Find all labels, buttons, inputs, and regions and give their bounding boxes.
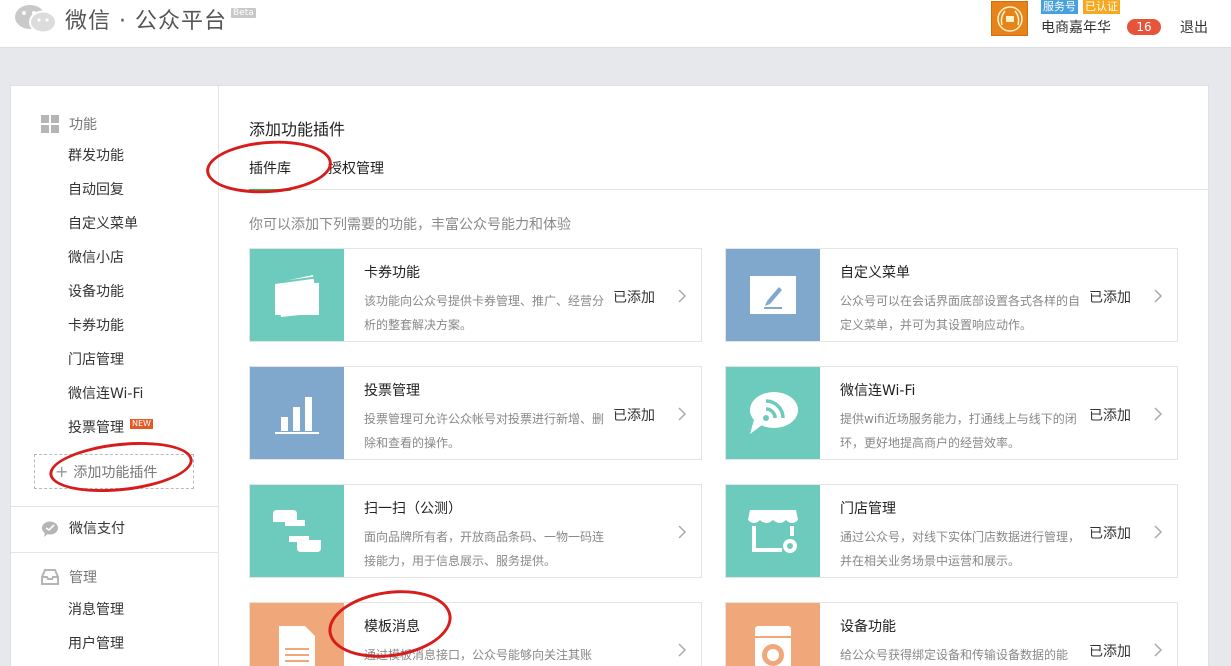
card-status: 已添加: [1089, 644, 1131, 660]
chevron-right-icon: [1154, 643, 1163, 657]
chevron-right-icon: [1154, 289, 1163, 303]
sidebar-item-wechat-shop[interactable]: 微信小店: [68, 248, 124, 268]
bar-chart-icon: [250, 367, 344, 459]
sidebar-item-users[interactable]: 用户管理: [68, 634, 124, 654]
sidebar: 功能 群发功能 自动回复 自定义菜单 微信小店 设备功能 卡券功能 门店管理 微…: [11, 86, 219, 666]
card-description: 通过公众号，对线下实体门店数据进行管理，并在相关业务场景中运营和展示。: [840, 530, 1081, 568]
card-icon: [250, 249, 344, 341]
wifi-icon: [726, 367, 820, 459]
plugin-card-store[interactable]: 门店管理 通过公众号，对线下实体门店数据进行管理，并在相关业务场景中运营和展示。…: [725, 484, 1178, 578]
sidebar-item-coupon[interactable]: 卡券功能: [68, 316, 124, 336]
chevron-right-icon: [678, 643, 687, 657]
card-title: 设备功能: [840, 619, 896, 635]
sidebar-section-label: 功能: [69, 117, 97, 133]
add-plugin-label: 添加功能插件: [73, 464, 158, 481]
sidebar-item-wifi[interactable]: 微信连Wi-Fi: [68, 384, 143, 404]
new-badge: NEW: [130, 419, 153, 429]
card-description: 给公众号获得绑定设备和传输设备数据的能: [840, 648, 1069, 662]
plugin-card-template-message[interactable]: 模板消息 通过模板消息接口，公众号能够向关注其账: [249, 602, 702, 666]
scan-icon: [250, 485, 344, 577]
account-avatar[interactable]: [991, 1, 1028, 36]
sidebar-item-label: 微信支付: [69, 521, 125, 537]
verified-badge: 已认证: [1083, 0, 1120, 14]
card-title: 卡券功能: [364, 265, 420, 281]
service-account-badge: 服务号: [1041, 0, 1078, 14]
card-title: 扫一扫（公测）: [364, 501, 462, 517]
card-description: 提供wifi近场服务能力，打通线上与线下的闭环，更好地提高商户的经营效率。: [840, 412, 1077, 450]
chevron-right-icon: [1154, 407, 1163, 421]
beta-badge: Beta: [230, 8, 256, 18]
card-description: 该功能向公众号提供卡券管理、推广、经营分析的整套解决方案。: [364, 294, 605, 332]
plugin-card-coupon[interactable]: 卡券功能 该功能向公众号提供卡券管理、推广、经营分析的整套解决方案。 已添加: [249, 248, 702, 342]
sidebar-item-auto-reply[interactable]: 自动回复: [68, 180, 124, 200]
sidebar-item-custom-menu[interactable]: 自定义菜单: [68, 214, 138, 234]
plugin-card-wifi[interactable]: 微信连Wi-Fi 提供wifi近场服务能力，打通线上与线下的闭环，更好地提高商户…: [725, 366, 1178, 460]
sidebar-divider: [11, 552, 218, 553]
main-panel: 功能 群发功能 自动回复 自定义菜单 微信小店 设备功能 卡券功能 门店管理 微…: [10, 85, 1209, 666]
sidebar-item-label: 投票管理: [68, 420, 124, 436]
chevron-right-icon: [1154, 525, 1163, 539]
card-title: 投票管理: [364, 383, 420, 399]
sidebar-item-messages[interactable]: 消息管理: [68, 600, 124, 620]
plugin-card-scan[interactable]: 扫一扫（公测） 面向品牌所有者，开放商品条码、一物一码连接能力，用于信息展示、服…: [249, 484, 702, 578]
card-status: 已添加: [1089, 290, 1131, 306]
chevron-right-icon: [678, 525, 687, 539]
wechat-logo-icon: [13, 2, 59, 36]
chat-bubble-icon: [41, 520, 59, 538]
sidebar-item-vote[interactable]: 投票管理 NEW: [68, 418, 153, 438]
top-header: 微信 · 公众平台 Beta 服务号 已认证 电商嘉年华 16 退出: [0, 0, 1231, 48]
plus-icon: +: [55, 462, 69, 481]
chevron-right-icon: [678, 407, 687, 421]
document-icon: [250, 603, 344, 666]
logo[interactable]: 微信 · 公众平台 Beta: [13, 0, 256, 38]
card-description: 面向品牌所有者，开放商品条码、一物一码连接能力，用于信息展示、服务提供。: [364, 530, 605, 568]
plugin-card-vote[interactable]: 投票管理 投票管理可允许公众帐号对投票进行新增、删除和查看的操作。 已添加: [249, 366, 702, 460]
logo-title: 微信 · 公众平台: [65, 9, 227, 34]
card-status: 已添加: [613, 408, 655, 424]
sidebar-section-manage: 管理: [41, 567, 97, 587]
sidebar-item-pay[interactable]: 微信支付: [41, 519, 125, 539]
card-title: 门店管理: [840, 501, 896, 517]
tab-plugin-library[interactable]: 插件库: [249, 158, 291, 191]
tab-authorization[interactable]: 授权管理: [328, 158, 384, 189]
sidebar-item-store[interactable]: 门店管理: [68, 350, 124, 370]
pencil-icon: [726, 249, 820, 341]
card-status: 已添加: [1089, 408, 1131, 424]
logout-link[interactable]: 退出: [1180, 17, 1208, 37]
plugin-card-custom-menu[interactable]: 自定义菜单 公众号可以在会话界面底部设置各式各样的自定义菜单，并可为其设置响应动…: [725, 248, 1178, 342]
grid-icon: [41, 115, 59, 133]
card-status: 已添加: [613, 290, 655, 306]
washer-icon: [726, 603, 820, 666]
inbox-icon: [41, 568, 59, 586]
sidebar-divider: [11, 506, 218, 507]
message-count-badge[interactable]: 16: [1127, 19, 1161, 35]
sidebar-item-device[interactable]: 设备功能: [68, 282, 124, 302]
sidebar-section-function: 功能: [41, 114, 97, 134]
tab-bar: 插件库 授权管理: [220, 146, 1209, 191]
card-title: 模板消息: [364, 619, 420, 635]
card-title: 微信连Wi-Fi: [840, 383, 916, 399]
card-description: 投票管理可允许公众帐号对投票进行新增、删除和查看的操作。: [364, 412, 605, 450]
add-plugin-button[interactable]: + 添加功能插件: [34, 454, 194, 489]
sidebar-item-mass-send[interactable]: 群发功能: [68, 146, 124, 166]
page-subtitle: 你可以添加下列需要的功能，丰富公众号能力和体验: [249, 217, 571, 233]
card-description: 公众号可以在会话界面底部设置各式各样的自定义菜单，并可为其设置响应动作。: [840, 294, 1081, 332]
card-status: 已添加: [1089, 526, 1131, 542]
store-icon: [726, 485, 820, 577]
card-title: 自定义菜单: [840, 265, 910, 281]
plugin-card-device[interactable]: 设备功能 给公众号获得绑定设备和传输设备数据的能 已添加: [725, 602, 1178, 666]
chevron-right-icon: [678, 289, 687, 303]
page-title: 添加功能插件: [249, 120, 346, 139]
account-name[interactable]: 电商嘉年华: [1041, 17, 1111, 37]
card-description: 通过模板消息接口，公众号能够向关注其账: [364, 648, 593, 662]
sidebar-section-label: 管理: [69, 570, 97, 586]
